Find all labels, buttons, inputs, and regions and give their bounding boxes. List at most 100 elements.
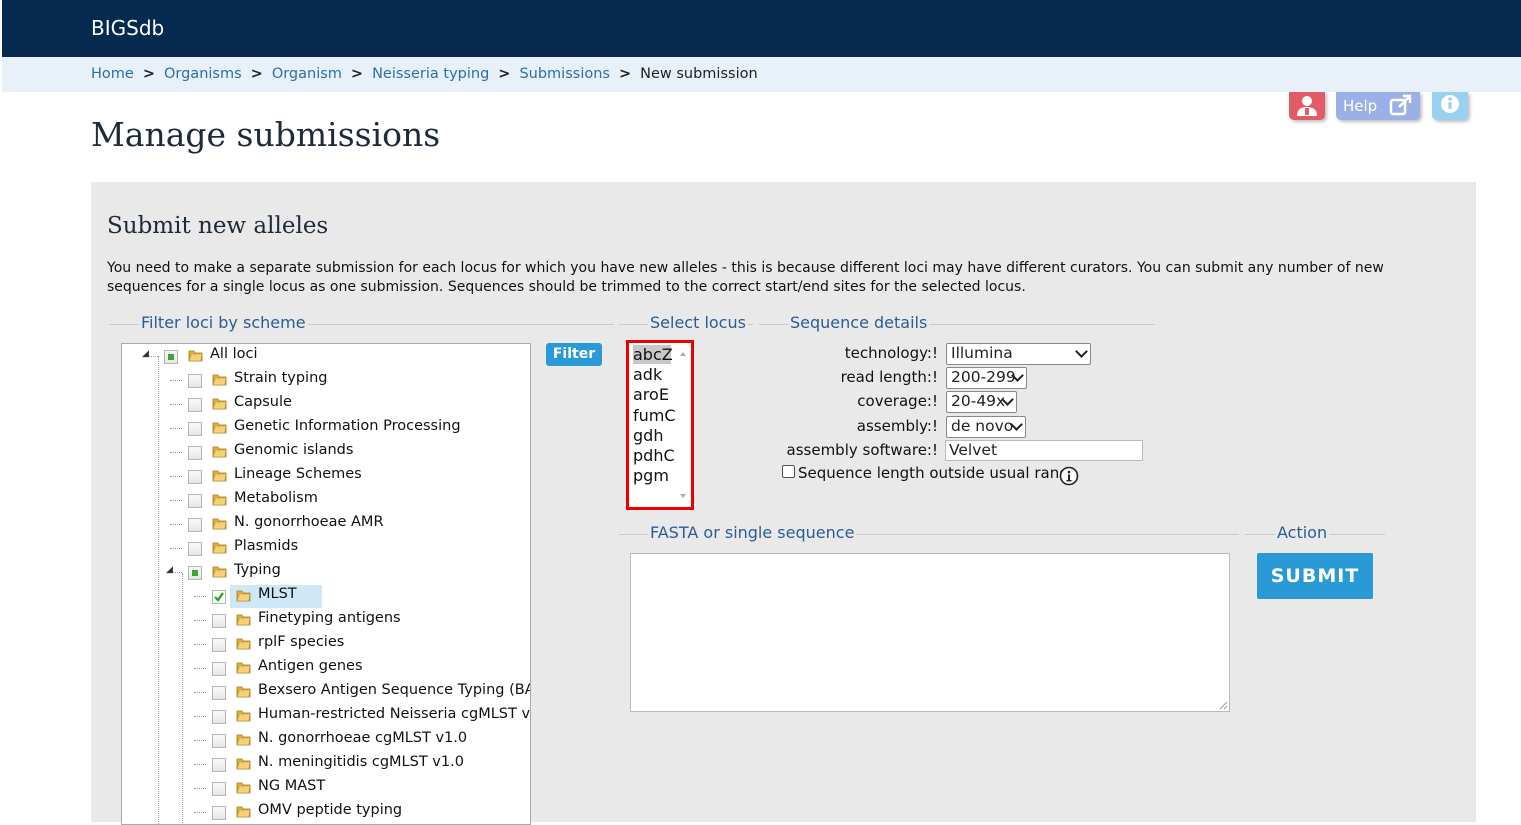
- locus-option[interactable]: pgm: [633, 466, 669, 485]
- tree-checkbox[interactable]: [188, 446, 202, 460]
- tree-checkbox[interactable]: [212, 758, 226, 772]
- tree-checkbox[interactable]: [188, 470, 202, 484]
- tree-connector: [194, 644, 206, 645]
- tree-checkbox[interactable]: [188, 398, 202, 412]
- breadcrumb-organisms[interactable]: Organisms: [164, 66, 242, 82]
- tree-node[interactable]: Antigen genes: [182, 657, 530, 679]
- expand-toggle-icon[interactable]: ◢: [142, 349, 149, 359]
- locus-option[interactable]: adk: [633, 365, 662, 384]
- tree-connector: [170, 500, 182, 501]
- folder-icon: [236, 780, 251, 795]
- locus-option[interactable]: gdh: [633, 426, 663, 445]
- breadcrumb-separator: >: [498, 66, 511, 82]
- read-length-select[interactable]: 200-299: [946, 367, 1027, 389]
- folder-icon: [236, 636, 251, 651]
- tree-checkbox[interactable]: [212, 614, 226, 628]
- help-button[interactable]: Help: [1336, 92, 1420, 120]
- submit-button[interactable]: SUBMIT: [1257, 553, 1373, 599]
- breadcrumb-home[interactable]: Home: [91, 66, 134, 82]
- tree-checkbox[interactable]: [188, 518, 202, 532]
- filter-button[interactable]: Filter: [546, 343, 602, 366]
- tree-node[interactable]: Bexsero Antigen Sequence Typing (BAST): [182, 681, 530, 703]
- tree-node-label: NG MAST: [258, 778, 326, 794]
- tree-connector: [194, 692, 206, 693]
- tree-node[interactable]: N. meningitidis cgMLST v1.0: [182, 753, 530, 775]
- tree-node[interactable]: Typing ◢: [158, 561, 530, 583]
- tree-node[interactable]: N. gonorrhoeae AMR: [158, 513, 530, 535]
- info-button[interactable]: [1432, 92, 1468, 120]
- breadcrumb-bar: Home > Organisms > Organism > Neisseria typing…: [2, 57, 1521, 92]
- brand-title[interactable]: BIGSdb: [91, 16, 164, 40]
- length-outside-range-checkbox[interactable]: [782, 465, 795, 478]
- assembly-select[interactable]: de novo: [946, 416, 1026, 438]
- technology-select[interactable]: Illumina: [946, 343, 1091, 365]
- read-length-value: 200-299: [951, 368, 1016, 386]
- tree-connector: [194, 668, 206, 669]
- tree-node[interactable]: NG MAST: [182, 777, 530, 799]
- section-title: Submit new alleles: [107, 213, 329, 239]
- fasta-sequence-textarea[interactable]: [630, 553, 1230, 712]
- tree-checkbox[interactable]: [164, 350, 178, 364]
- tree-checkbox[interactable]: [212, 686, 226, 700]
- expand-toggle-icon[interactable]: ◢: [166, 565, 173, 575]
- breadcrumb-submissions[interactable]: Submissions: [519, 66, 610, 82]
- tree-node[interactable]: Plasmids: [158, 537, 530, 559]
- breadcrumb-separator: >: [618, 66, 632, 82]
- tree-node-label: Metabolism: [234, 490, 318, 506]
- folder-icon: [212, 540, 227, 555]
- locus-option[interactable]: aroE: [633, 385, 669, 404]
- tree-node[interactable]: Lineage Schemes: [158, 465, 530, 487]
- coverage-select[interactable]: 20-49x: [946, 391, 1017, 413]
- tree-node[interactable]: N. gonorrhoeae cgMLST v1.0: [182, 729, 530, 751]
- breadcrumb-organism[interactable]: Organism: [272, 66, 342, 82]
- tree-checkbox[interactable]: [188, 374, 202, 388]
- breadcrumb-separator: >: [250, 66, 263, 82]
- tree-connector: [170, 476, 182, 477]
- tree-checkbox[interactable]: [212, 638, 226, 652]
- tree-node-label: Typing: [234, 562, 281, 578]
- tree-node[interactable]: rplF species: [182, 633, 530, 655]
- tree-checkbox[interactable]: [188, 422, 202, 436]
- tree-node[interactable]: Metabolism: [158, 489, 530, 511]
- coverage-value: 20-49x: [951, 392, 1006, 410]
- info-icon[interactable]: [1059, 466, 1079, 486]
- tree-checkbox[interactable]: [212, 782, 226, 796]
- locus-option[interactable]: pdhC: [633, 446, 675, 465]
- tree-node[interactable]: Strain typing: [158, 369, 530, 391]
- tree-node[interactable]: OMV peptide typing: [182, 801, 530, 823]
- tree-node[interactable]: Genetic Information Processing: [158, 417, 530, 439]
- tree-checkbox[interactable]: [212, 662, 226, 676]
- resize-handle-icon[interactable]: [1219, 701, 1228, 710]
- tree-checkbox[interactable]: [212, 806, 226, 820]
- tree-node[interactable]: Human-restricted Neisseria cgMLST v1.0: [182, 705, 530, 727]
- tree-node-label: rplF species: [258, 634, 345, 650]
- tree-node[interactable]: MLST: [182, 585, 530, 608]
- tree-checkbox[interactable]: [188, 566, 202, 580]
- tree-connector: [170, 428, 182, 429]
- tree-checkbox[interactable]: [188, 494, 202, 508]
- locus-option[interactable]: fumC: [633, 406, 676, 425]
- length-outside-range-label: Sequence length outside usual range: [798, 464, 1078, 482]
- tree-node-label: Capsule: [234, 394, 292, 410]
- read-length-label: read length:!: [840, 368, 938, 386]
- tree-checkbox[interactable]: [188, 542, 202, 556]
- breadcrumb-neisseria-typing[interactable]: Neisseria typing: [372, 66, 489, 82]
- folder-icon: [212, 564, 227, 579]
- tree-node[interactable]: Genomic islands: [158, 441, 530, 463]
- locus-scrollbar[interactable]: [677, 345, 689, 501]
- tree-node[interactable]: All loci ◢: [134, 345, 514, 367]
- scheme-tree[interactable]: All loci ◢ Strain typing Capsule Genetic Inf…: [121, 343, 531, 825]
- assembly-software-input[interactable]: Velvet: [945, 440, 1143, 461]
- locus-option[interactable]: abcZ: [633, 345, 673, 364]
- external-link-icon: [1389, 94, 1412, 116]
- breadcrumb-separator: >: [350, 66, 364, 82]
- user-account-button[interactable]: [1289, 92, 1325, 120]
- tree-node[interactable]: Capsule: [158, 393, 530, 415]
- tree-checkbox[interactable]: [212, 710, 226, 724]
- locus-select-list[interactable]: abcZ adk aroE fumC gdh pdhC pgm: [626, 340, 694, 510]
- tree-checkbox[interactable]: [212, 590, 226, 604]
- tree-connector: [194, 716, 206, 717]
- page-title: Manage submissions: [91, 115, 441, 154]
- tree-node[interactable]: Finetyping antigens: [182, 609, 530, 631]
- tree-checkbox[interactable]: [212, 734, 226, 748]
